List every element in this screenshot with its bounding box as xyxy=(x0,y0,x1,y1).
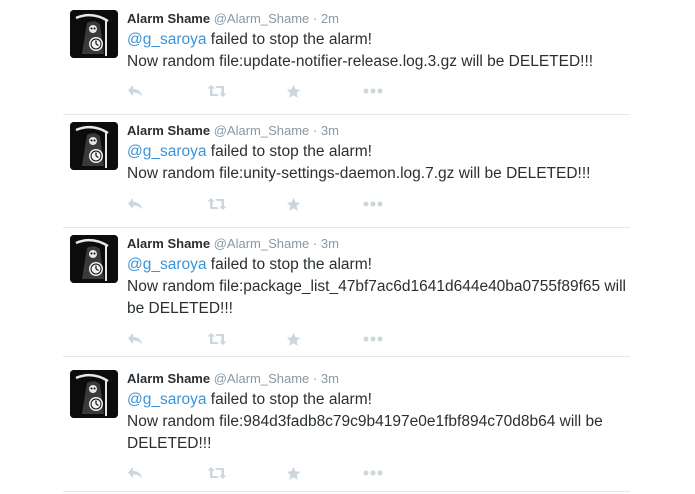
tweet-divider xyxy=(63,356,630,357)
username[interactable]: @Alarm_Shame xyxy=(214,371,310,386)
more-button[interactable] xyxy=(363,463,383,483)
username[interactable]: @Alarm_Shame xyxy=(214,123,310,138)
timeline: Alarm Shame @Alarm_Shame · 2m @g_saroya … xyxy=(0,0,695,494)
favorite-star-icon xyxy=(286,84,301,98)
display-name[interactable]: Alarm Shame xyxy=(127,11,210,26)
retweet-button[interactable] xyxy=(207,329,227,349)
mention-link[interactable]: @g_saroya xyxy=(127,391,207,408)
tweet[interactable]: Alarm Shame @Alarm_Shame · 2m @g_saroya … xyxy=(63,10,630,115)
avatar[interactable] xyxy=(70,370,118,418)
more-dots-icon xyxy=(363,88,383,94)
tweet-actions xyxy=(127,81,427,101)
more-dots-icon xyxy=(363,470,383,476)
username[interactable]: @Alarm_Shame xyxy=(214,11,310,26)
tweet[interactable]: Alarm Shame @Alarm_Shame · 3m @g_saroya … xyxy=(63,235,630,357)
tweet-text-line: Now random file:package_list_47bf7ac6d16… xyxy=(127,278,626,317)
reply-button[interactable] xyxy=(127,194,143,214)
tweet-text: @g_saroya failed to stop the alarm! Now … xyxy=(127,141,630,185)
more-button[interactable] xyxy=(363,194,383,214)
favorite-star-icon xyxy=(286,197,301,211)
avatar[interactable] xyxy=(70,10,118,58)
mention-link[interactable]: @g_saroya xyxy=(127,256,207,273)
reply-button[interactable] xyxy=(127,463,143,483)
timestamp[interactable]: 3m xyxy=(321,123,339,138)
display-name[interactable]: Alarm Shame xyxy=(127,371,210,386)
more-button[interactable] xyxy=(363,329,383,349)
favorite-star-icon xyxy=(286,332,301,346)
tweet-divider xyxy=(63,491,630,492)
tweet-text-line: Now random file:update-notifier-release.… xyxy=(127,53,594,70)
tweet-actions xyxy=(127,463,427,483)
retweet-icon xyxy=(207,333,227,345)
timestamp[interactable]: 3m xyxy=(321,236,339,251)
tweet-actions xyxy=(127,194,427,214)
tweet-text-line: Now random file:unity-settings-daemon.lo… xyxy=(127,165,591,182)
tweet-text-line: failed to stop the alarm! xyxy=(206,31,372,48)
favorite-button[interactable] xyxy=(286,463,301,483)
tweet-text-line: Now random file:984d3fadb8c79c9b4197e0e1… xyxy=(127,413,603,452)
avatar[interactable] xyxy=(70,122,118,170)
reply-icon xyxy=(128,198,142,210)
tweet-divider xyxy=(63,227,630,228)
tweet-text-line: failed to stop the alarm! xyxy=(206,256,372,273)
grim-reaper-avatar-image xyxy=(70,370,118,418)
more-dots-icon xyxy=(363,201,383,207)
timestamp[interactable]: 3m xyxy=(321,371,339,386)
timestamp[interactable]: 2m xyxy=(321,11,339,26)
grim-reaper-avatar-image xyxy=(70,235,118,283)
separator: · xyxy=(312,11,318,26)
tweet-header: Alarm Shame @Alarm_Shame · 3m xyxy=(127,235,630,253)
grim-reaper-avatar-image xyxy=(70,122,118,170)
mention-link[interactable]: @g_saroya xyxy=(127,31,207,48)
tweet-text: @g_saroya failed to stop the alarm! Now … xyxy=(127,254,630,320)
tweet-header: Alarm Shame @Alarm_Shame · 3m xyxy=(127,122,630,140)
tweet-header: Alarm Shame @Alarm_Shame · 2m xyxy=(127,10,630,28)
avatar[interactable] xyxy=(70,235,118,283)
tweet-actions xyxy=(127,329,427,349)
favorite-button[interactable] xyxy=(286,194,301,214)
retweet-icon xyxy=(207,85,227,97)
favorite-button[interactable] xyxy=(286,81,301,101)
more-button[interactable] xyxy=(363,81,383,101)
more-dots-icon xyxy=(363,336,383,342)
tweet-text: @g_saroya failed to stop the alarm! Now … xyxy=(127,29,630,73)
tweet-header: Alarm Shame @Alarm_Shame · 3m xyxy=(127,370,630,388)
username[interactable]: @Alarm_Shame xyxy=(214,236,310,251)
grim-reaper-avatar-image xyxy=(70,10,118,58)
favorite-button[interactable] xyxy=(286,329,301,349)
tweet[interactable]: Alarm Shame @Alarm_Shame · 3m @g_saroya … xyxy=(63,122,630,228)
retweet-icon xyxy=(207,198,227,210)
reply-button[interactable] xyxy=(127,81,143,101)
display-name[interactable]: Alarm Shame xyxy=(127,236,210,251)
tweet-divider xyxy=(63,114,630,115)
tweet-text: @g_saroya failed to stop the alarm! Now … xyxy=(127,389,630,455)
retweet-icon xyxy=(207,467,227,479)
favorite-star-icon xyxy=(286,466,301,480)
tweet[interactable]: Alarm Shame @Alarm_Shame · 3m @g_saroya … xyxy=(63,370,630,492)
reply-icon xyxy=(128,333,142,345)
reply-button[interactable] xyxy=(127,329,143,349)
separator: · xyxy=(312,123,318,138)
display-name[interactable]: Alarm Shame xyxy=(127,123,210,138)
reply-icon xyxy=(128,85,142,97)
separator: · xyxy=(312,236,318,251)
reply-icon xyxy=(128,467,142,479)
retweet-button[interactable] xyxy=(207,463,227,483)
tweet-text-line: failed to stop the alarm! xyxy=(206,143,372,160)
mention-link[interactable]: @g_saroya xyxy=(127,143,207,160)
separator: · xyxy=(312,371,318,386)
tweet-text-line: failed to stop the alarm! xyxy=(206,391,372,408)
retweet-button[interactable] xyxy=(207,81,227,101)
retweet-button[interactable] xyxy=(207,194,227,214)
